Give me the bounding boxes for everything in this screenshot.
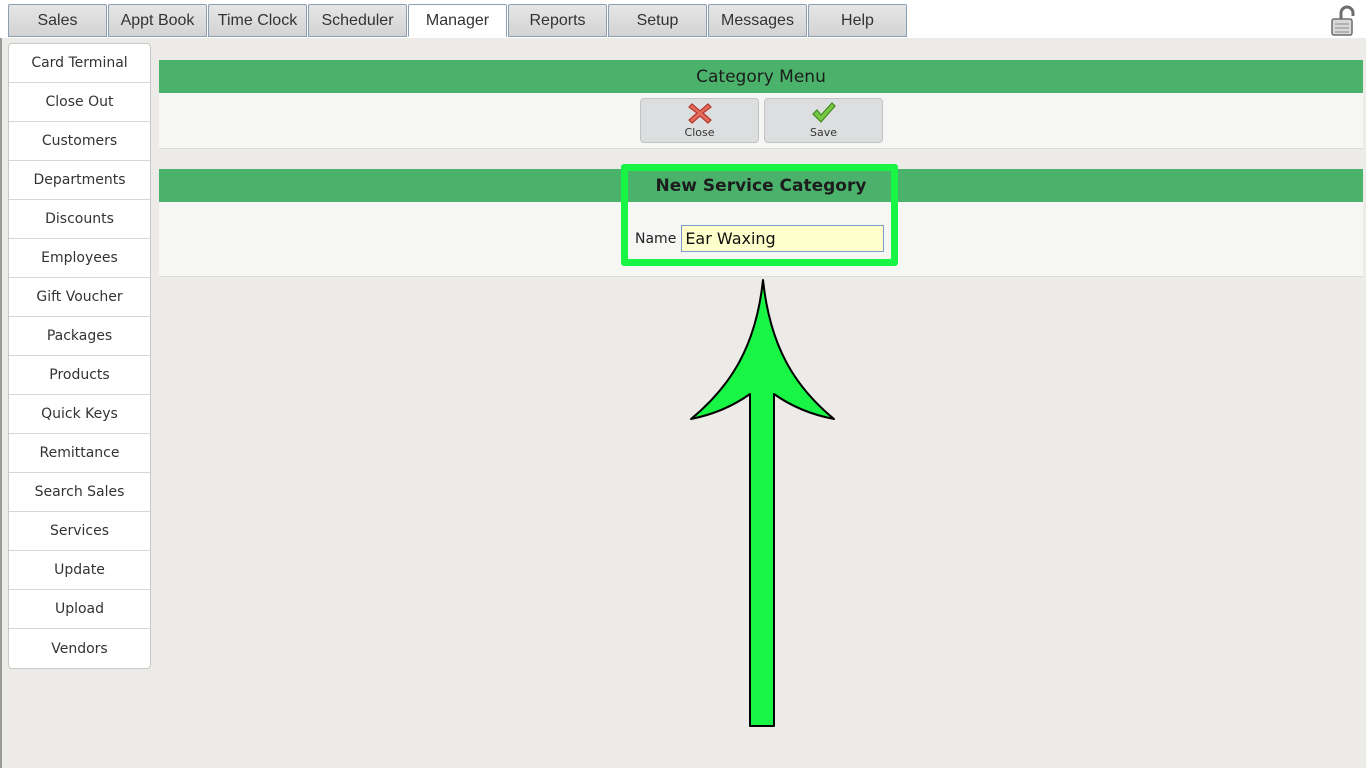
tab-sales[interactable]: Sales	[8, 4, 107, 37]
sidebar-item-packages[interactable]: Packages	[9, 317, 150, 356]
sidebar-item-products[interactable]: Products	[9, 356, 150, 395]
manager-sidebar: Card Terminal Close Out Customers Depart…	[8, 43, 151, 669]
tab-manager[interactable]: Manager	[408, 4, 507, 37]
save-button-label: Save	[809, 126, 837, 139]
sidebar-item-vendors[interactable]: Vendors	[9, 629, 150, 668]
sidebar-item-card-terminal[interactable]: Card Terminal	[9, 44, 150, 83]
save-button[interactable]: Save	[764, 98, 883, 143]
tab-time-clock[interactable]: Time Clock	[208, 4, 307, 37]
sidebar-item-search-sales[interactable]: Search Sales	[9, 473, 150, 512]
sidebar-item-customers[interactable]: Customers	[9, 122, 150, 161]
sidebar-item-services[interactable]: Services	[9, 512, 150, 551]
close-button[interactable]: Close	[640, 98, 759, 143]
sidebar-item-departments[interactable]: Departments	[9, 161, 150, 200]
red-x-icon	[687, 103, 712, 124]
tab-help[interactable]: Help	[808, 4, 907, 37]
sidebar-item-quick-keys[interactable]: Quick Keys	[9, 395, 150, 434]
new-service-category-panel: New Service Category Name	[159, 169, 1363, 277]
sidebar-item-employees[interactable]: Employees	[9, 239, 150, 278]
sidebar-item-close-out[interactable]: Close Out	[9, 83, 150, 122]
sidebar-item-update[interactable]: Update	[9, 551, 150, 590]
category-name-input[interactable]	[681, 225, 885, 252]
category-menu-title: Category Menu	[159, 60, 1363, 93]
top-tab-bar: Sales Appt Book Time Clock Scheduler Man…	[0, 0, 1366, 38]
sidebar-item-upload[interactable]: Upload	[9, 590, 150, 629]
sidebar-item-remittance[interactable]: Remittance	[9, 434, 150, 473]
sidebar-item-gift-voucher[interactable]: Gift Voucher	[9, 278, 150, 317]
category-menu-panel: Category Menu Close Save	[159, 60, 1363, 149]
tab-setup[interactable]: Setup	[608, 4, 707, 37]
name-field-row: Name	[635, 225, 885, 252]
sidebar-item-discounts[interactable]: Discounts	[9, 200, 150, 239]
green-check-icon	[811, 102, 836, 123]
padlock-unlocked-icon[interactable]	[1330, 5, 1358, 37]
close-button-label: Close	[684, 126, 715, 139]
tab-messages[interactable]: Messages	[708, 4, 807, 37]
tab-scheduler[interactable]: Scheduler	[308, 4, 407, 37]
name-label: Name	[635, 230, 677, 247]
tab-appt-book[interactable]: Appt Book	[108, 4, 207, 37]
new-service-category-title: New Service Category	[159, 169, 1363, 202]
tab-reports[interactable]: Reports	[508, 4, 607, 37]
